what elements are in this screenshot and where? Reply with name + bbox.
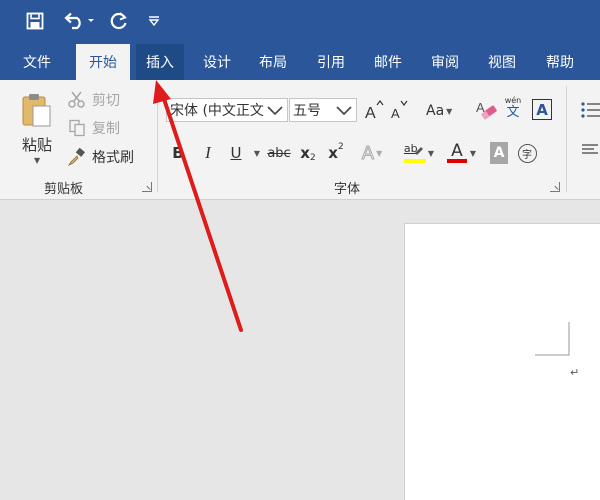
enclose-characters-label: 字 <box>517 143 537 163</box>
bold-button[interactable]: B <box>168 142 188 164</box>
copy-icon <box>69 119 85 137</box>
italic-button[interactable]: I <box>198 142 218 164</box>
copy-label: 复制 <box>92 121 120 137</box>
tab-design[interactable]: 设计 <box>192 44 242 80</box>
undo-button[interactable] <box>60 8 98 34</box>
underline-dropdown[interactable]: ▼ <box>250 142 262 164</box>
font-size-value: 五号 <box>293 103 321 119</box>
tab-insert[interactable]: 插入 <box>136 44 184 80</box>
eraser-icon: A <box>476 100 497 120</box>
scissors-icon <box>68 91 85 108</box>
save-button[interactable] <box>22 8 48 34</box>
clipboard-dialog-launcher[interactable] <box>142 182 152 192</box>
tab-view[interactable]: 视图 <box>476 44 528 80</box>
svg-text:A: A <box>391 106 400 121</box>
grow-font-button[interactable]: A <box>364 98 384 122</box>
subscript-button[interactable]: x2 <box>298 142 318 164</box>
highlighter-icon <box>414 147 423 155</box>
shrink-font-button[interactable]: A <box>390 98 410 122</box>
bullet-list-icon <box>581 102 600 118</box>
tab-layout[interactable]: 布局 <box>248 44 298 80</box>
paste-button[interactable]: 粘贴 ▼ <box>14 90 60 172</box>
align-left-icon <box>582 144 598 154</box>
font-color-button[interactable]: A ▼ <box>444 142 478 164</box>
font-name-combo[interactable]: 宋体 (中文正文 <box>166 98 288 122</box>
grow-font-icon: A <box>365 100 384 122</box>
chevron-down-icon <box>267 106 283 116</box>
font-color-swatch <box>446 159 467 163</box>
font-name-value: 宋体 (中文正文 <box>170 103 264 119</box>
quick-access-toolbar <box>0 0 600 44</box>
customize-toolbar-icon <box>148 16 160 27</box>
copy-button[interactable]: 复制 <box>68 118 120 138</box>
font-color-label: A <box>451 141 463 161</box>
margin-corner-mark <box>535 322 570 356</box>
superscript-sup: 2 <box>337 142 344 152</box>
cut-label: 剪切 <box>92 93 120 109</box>
group-divider <box>566 86 567 192</box>
paragraph-mark: ↵ <box>570 366 580 379</box>
document-page[interactable]: ↵ <box>404 223 600 500</box>
tab-references[interactable]: 引用 <box>306 44 356 80</box>
chevron-down-icon: ▼ <box>253 148 261 158</box>
character-border-label: A <box>536 100 548 119</box>
customize-toolbar-button[interactable] <box>144 8 164 34</box>
superscript-base: x <box>328 144 338 162</box>
text-effects-button[interactable]: A ▼ <box>360 142 384 164</box>
clear-formatting-button[interactable]: A <box>476 98 498 122</box>
ribbon: 粘贴 ▼ 剪切 复制 格式刷 剪贴板 宋体 (中文正文 五号 A A Aa ▼ … <box>0 80 600 200</box>
ribbon-tab-bar: 文件 开始 插入 设计 布局 引用 邮件 审阅 视图 帮助 <box>0 44 600 80</box>
document-area: ↵ <box>0 201 600 500</box>
strikethrough-button[interactable]: abc <box>266 142 292 164</box>
svg-text:A: A <box>365 105 376 122</box>
subscript-sub: 2 <box>309 153 316 163</box>
highlight-button[interactable]: ab ▼ <box>402 142 436 164</box>
character-shading-button[interactable]: A <box>490 142 508 164</box>
chevron-down-icon: ▼ <box>446 106 453 116</box>
tab-home[interactable]: 开始 <box>76 44 130 80</box>
paste-label: 粘贴 <box>22 136 53 154</box>
font-dialog-launcher[interactable] <box>550 182 560 192</box>
text-effects-label: A <box>361 142 375 164</box>
chevron-down-icon <box>336 106 352 116</box>
undo-icon <box>64 12 94 30</box>
paste-icon <box>22 94 51 127</box>
change-case-button[interactable]: Aa ▼ <box>426 100 452 122</box>
chevron-down-icon: ▼ <box>427 148 435 158</box>
chevron-down-icon: ▼ <box>34 156 41 165</box>
tab-review[interactable]: 审阅 <box>420 44 470 80</box>
redo-icon <box>110 12 127 30</box>
tab-help[interactable]: 帮助 <box>534 44 586 80</box>
enclose-characters-button[interactable]: 字 <box>516 142 538 164</box>
underline-button[interactable]: U <box>226 142 246 164</box>
chevron-down-icon: ▼ <box>376 148 383 158</box>
paintbrush-icon <box>68 148 85 166</box>
phonetic-guide-button[interactable]: wén 文 <box>502 96 524 122</box>
format-painter-button[interactable]: 格式刷 <box>68 147 134 167</box>
format-painter-label: 格式刷 <box>92 150 134 166</box>
cut-button[interactable]: 剪切 <box>68 90 120 110</box>
chevron-down-icon: ▼ <box>469 148 477 158</box>
subscript-base: x <box>300 144 310 162</box>
bullets-button[interactable] <box>580 100 600 124</box>
redo-button[interactable] <box>106 8 132 34</box>
align-left-button[interactable] <box>580 142 600 162</box>
change-case-label: Aa <box>426 103 445 119</box>
phonetic-guide-top: wén <box>504 96 522 105</box>
clipboard-group-label: 剪贴板 <box>44 182 84 197</box>
shrink-font-icon: A <box>391 100 408 121</box>
phonetic-guide-char: 文 <box>506 105 520 120</box>
group-divider <box>157 86 158 192</box>
font-group-label: 字体 <box>334 182 361 197</box>
tab-mailings[interactable]: 邮件 <box>362 44 414 80</box>
superscript-button[interactable]: x2 <box>326 142 346 164</box>
character-border-button[interactable]: A <box>532 99 552 120</box>
save-icon <box>26 12 44 30</box>
highlight-color-swatch <box>403 159 426 163</box>
tab-file[interactable]: 文件 <box>8 44 66 80</box>
font-size-combo[interactable]: 五号 <box>289 98 357 122</box>
